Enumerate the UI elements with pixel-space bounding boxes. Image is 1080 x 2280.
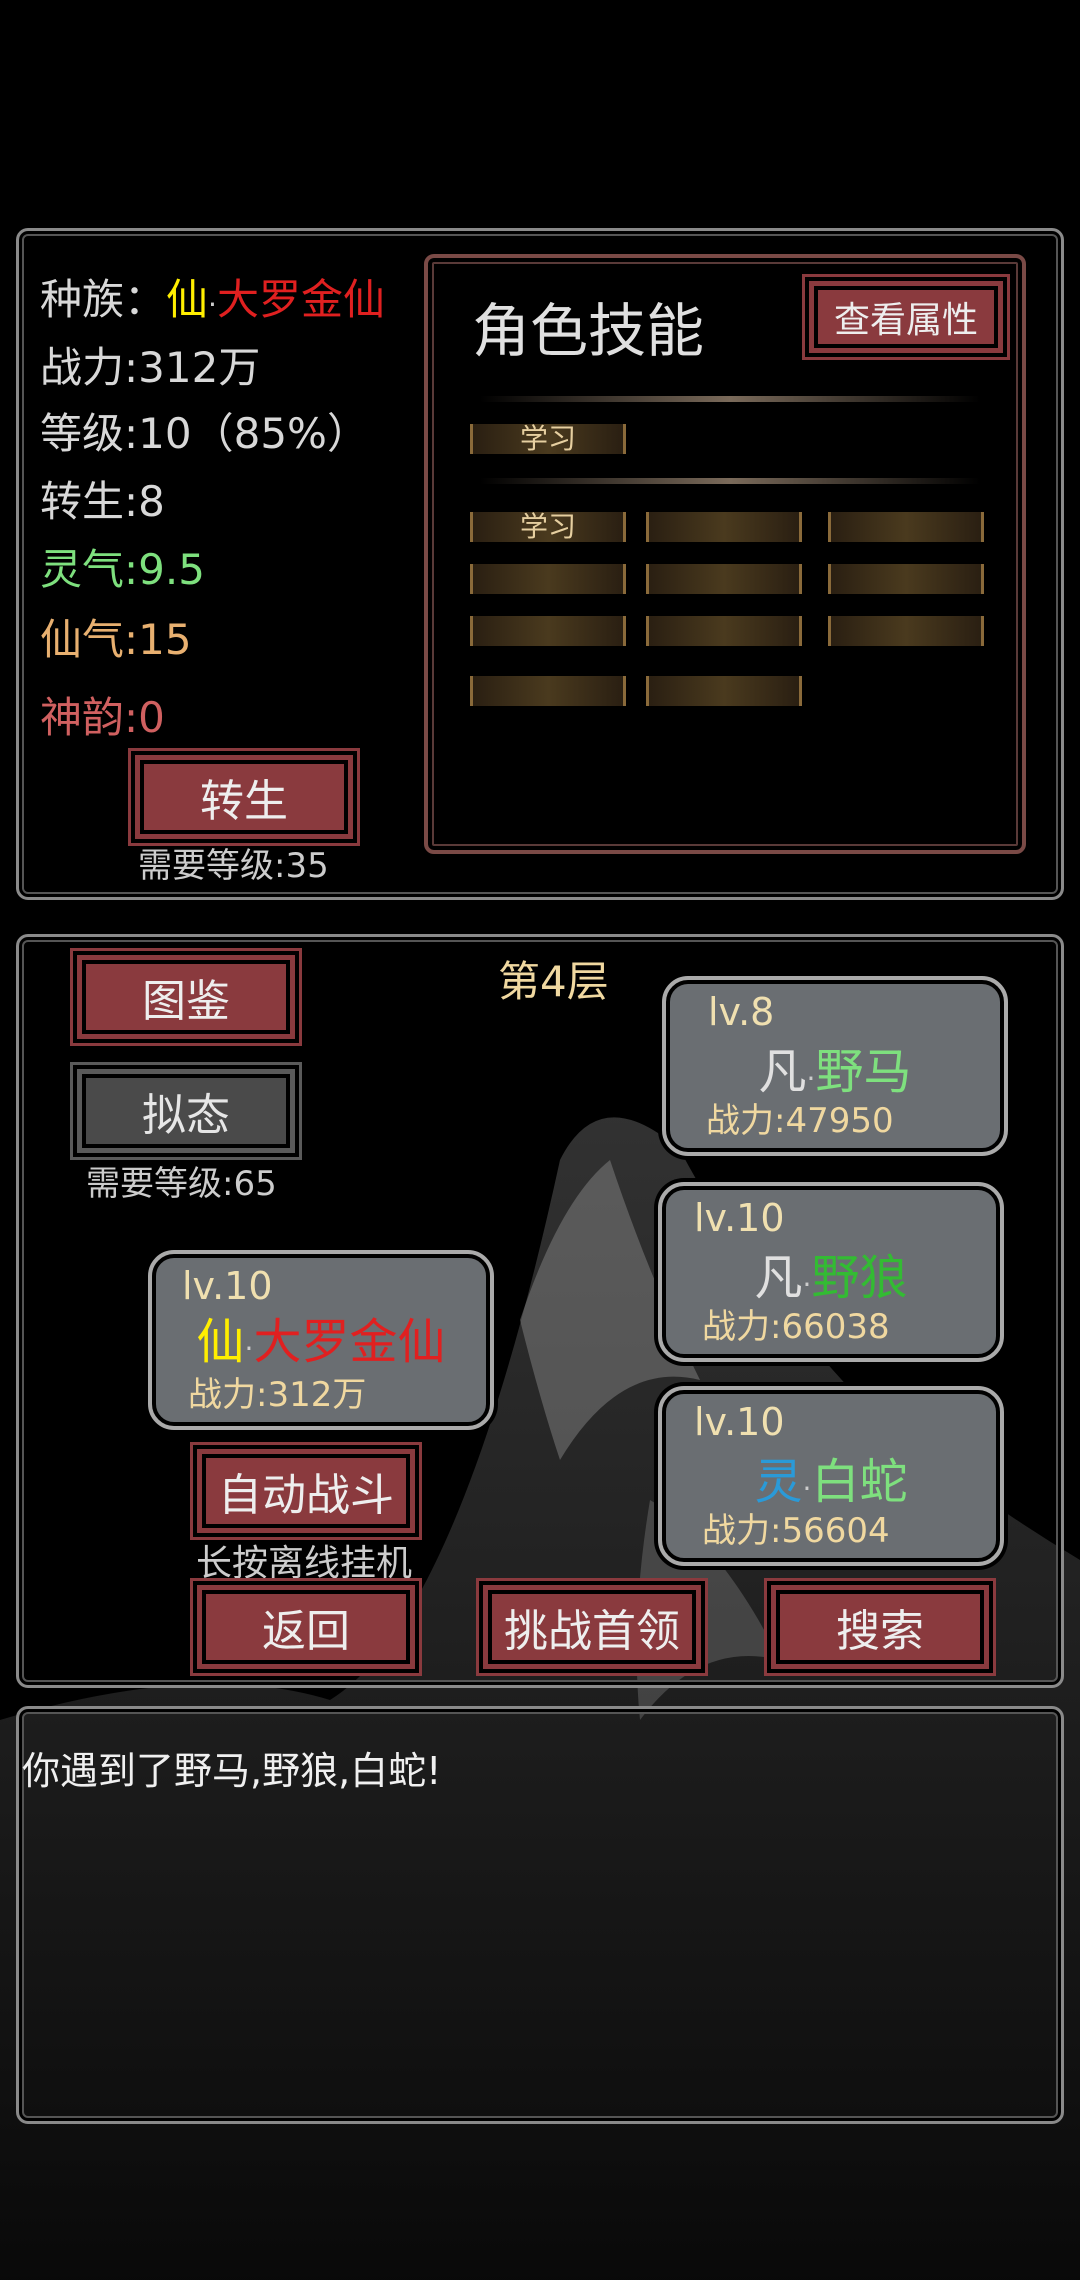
player-name-text: 大罗金仙 xyxy=(253,1314,446,1370)
skill-slot-empty[interactable] xyxy=(646,564,802,594)
skill-slot-empty[interactable] xyxy=(646,512,802,542)
auto-battle-hint: 长按离线挂机 xyxy=(196,1543,413,1584)
skill-slot-empty[interactable] xyxy=(646,676,802,706)
skill-slot-empty[interactable] xyxy=(470,564,626,594)
skill-slot-empty[interactable] xyxy=(828,616,984,646)
floor-title: 第4层 xyxy=(498,957,609,1006)
challenge-boss-button[interactable]: 挑战首领 xyxy=(483,1585,701,1669)
view-attributes-button[interactable]: 查看属性 xyxy=(809,281,1003,353)
skills-divider-2 xyxy=(480,478,980,484)
skills-divider-1 xyxy=(480,396,980,402)
enemy-level: lv.8 xyxy=(708,990,775,1034)
skill-slot-empty[interactable] xyxy=(470,616,626,646)
player-card[interactable]: lv.10 仙·大罗金仙 战力:312万 xyxy=(148,1250,494,1430)
log-message: 你遇到了野马,野狼,白蛇! xyxy=(22,1749,442,1793)
player-power: 战力:312万 xyxy=(188,1375,367,1415)
enemy-power: 战力:66038 xyxy=(702,1307,890,1347)
player-rank: 仙 xyxy=(196,1314,245,1370)
skills-title: 角色技能 xyxy=(472,297,705,365)
enemy-card[interactable]: lv.8 凡·野马 战力:47950 xyxy=(662,976,1008,1156)
enemy-rank: 凡 xyxy=(758,1044,807,1100)
player-name: 仙·大罗金仙 xyxy=(156,1302,486,1372)
rebirth-requirement: 需要等级:35 xyxy=(138,846,329,886)
enemy-level: lv.10 xyxy=(694,1196,785,1240)
skill-slot-empty[interactable] xyxy=(470,676,626,706)
enemy-card[interactable]: lv.10 灵·白蛇 战力:56604 xyxy=(658,1386,1004,1566)
learn-slot-2[interactable]: 学习 xyxy=(470,512,626,542)
back-button[interactable]: 返回 xyxy=(197,1585,415,1669)
enemy-card[interactable]: lv.10 凡·野狼 战力:66038 xyxy=(658,1182,1004,1362)
enemy-power: 战力:47950 xyxy=(706,1101,894,1141)
enemy-name-text: 野马 xyxy=(815,1044,912,1100)
enemy-rank: 凡 xyxy=(754,1250,803,1306)
enemy-name-text: 白蛇 xyxy=(811,1454,908,1510)
enemy-name-text: 野狼 xyxy=(811,1250,908,1306)
skill-slot-empty[interactable] xyxy=(646,616,802,646)
enemy-name: 凡·野狼 xyxy=(666,1238,996,1308)
search-button[interactable]: 搜索 xyxy=(771,1585,989,1669)
enemy-name: 灵·白蛇 xyxy=(666,1442,996,1512)
enemy-name: 凡·野马 xyxy=(670,1032,1000,1102)
enemy-level: lv.10 xyxy=(694,1400,785,1444)
skill-slot-empty[interactable] xyxy=(828,564,984,594)
atlas-button[interactable]: 图鉴 xyxy=(77,955,295,1039)
mimic-requirement: 需要等级:65 xyxy=(86,1164,277,1204)
mimic-button[interactable]: 拟态 xyxy=(77,1069,295,1153)
learn-slot-1[interactable]: 学习 xyxy=(470,424,626,454)
enemy-power: 战力:56604 xyxy=(702,1511,890,1551)
enemy-rank: 灵 xyxy=(754,1454,803,1510)
skill-slot-empty[interactable] xyxy=(828,512,984,542)
auto-battle-button[interactable]: 自动战斗 xyxy=(197,1449,415,1533)
